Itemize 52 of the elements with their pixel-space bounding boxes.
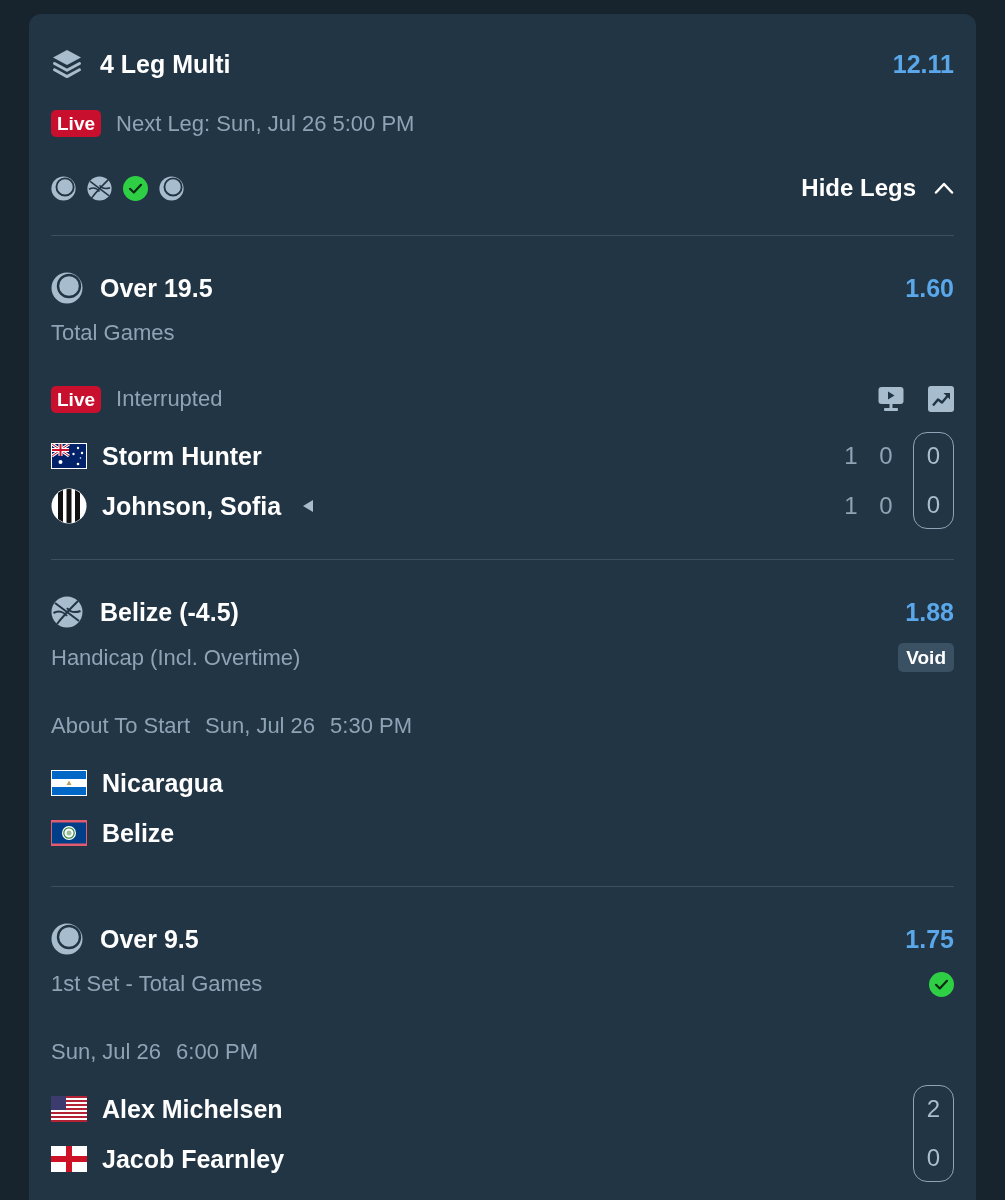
- match-date: Sun, Jul 26: [51, 1039, 162, 1065]
- participant-name: Storm Hunter: [102, 441, 262, 471]
- usa-flag-icon: [51, 1096, 87, 1122]
- belize-flag-icon: [51, 820, 87, 846]
- check-icon: [123, 175, 148, 201]
- current-score: 0: [925, 489, 942, 520]
- match-time: 5:30 PM: [330, 713, 413, 739]
- void-badge: Void: [898, 643, 954, 672]
- match-date: Sun, Jul 26: [205, 713, 316, 739]
- england-flag-icon: [51, 1146, 87, 1172]
- tv-play-icon[interactable]: [878, 386, 904, 412]
- set-score: 1: [843, 441, 859, 471]
- market-name: Total Games: [51, 320, 175, 346]
- odds-value: 1.75: [905, 924, 954, 954]
- current-score: 2: [925, 1094, 942, 1125]
- striped-circle-icon: [51, 488, 87, 524]
- participant-name: Alex Michelsen: [102, 1094, 283, 1124]
- live-badge: Live: [51, 385, 102, 413]
- participant-name: Jacob Fearnley: [102, 1144, 285, 1174]
- set-score: 1: [843, 491, 859, 521]
- basketball-icon: [51, 596, 83, 628]
- tennis-ball-icon: [51, 272, 83, 304]
- match-status: About To Start: [51, 713, 190, 739]
- current-score: 0: [925, 1142, 942, 1173]
- selection-title: Over 19.5: [100, 273, 213, 303]
- next-leg-time: Next Leg: Sun, Jul 26 5:00 PM: [116, 110, 415, 137]
- tennis-ball-icon: [51, 923, 83, 955]
- set-score: 0: [878, 491, 894, 521]
- market-name: Handicap (Incl. Overtime): [51, 644, 301, 671]
- odds-value: 1.88: [905, 597, 954, 627]
- tennis-ball-icon: [159, 175, 184, 201]
- odds-value: 1.60: [905, 273, 954, 303]
- basketball-icon: [87, 175, 112, 201]
- participant-name: Nicaragua: [102, 768, 223, 798]
- layers-icon: [51, 48, 83, 80]
- participant-name: Belize: [102, 818, 175, 848]
- selection-title: Belize (-4.5): [100, 597, 239, 627]
- tennis-ball-icon: [51, 175, 76, 201]
- current-score: 0: [925, 441, 942, 472]
- trend-chart-icon[interactable]: [928, 386, 954, 412]
- match-time: 6:00 PM: [176, 1039, 258, 1065]
- toggle-legs-button[interactable]: Hide Legs: [801, 174, 954, 202]
- match-status: Interrupted: [116, 386, 223, 412]
- set-score: 0: [878, 441, 894, 471]
- live-badge: Live: [51, 110, 102, 137]
- market-name: 1st Set - Total Games: [51, 971, 263, 997]
- nicaragua-flag-icon: [51, 770, 87, 796]
- australia-flag-icon: [51, 443, 87, 469]
- participant-name: Johnson, Sofia: [102, 491, 282, 521]
- selection-title: Over 9.5: [100, 924, 199, 954]
- total-odds: 12.11: [892, 49, 954, 79]
- bet-title: 4 Leg Multi: [100, 49, 231, 79]
